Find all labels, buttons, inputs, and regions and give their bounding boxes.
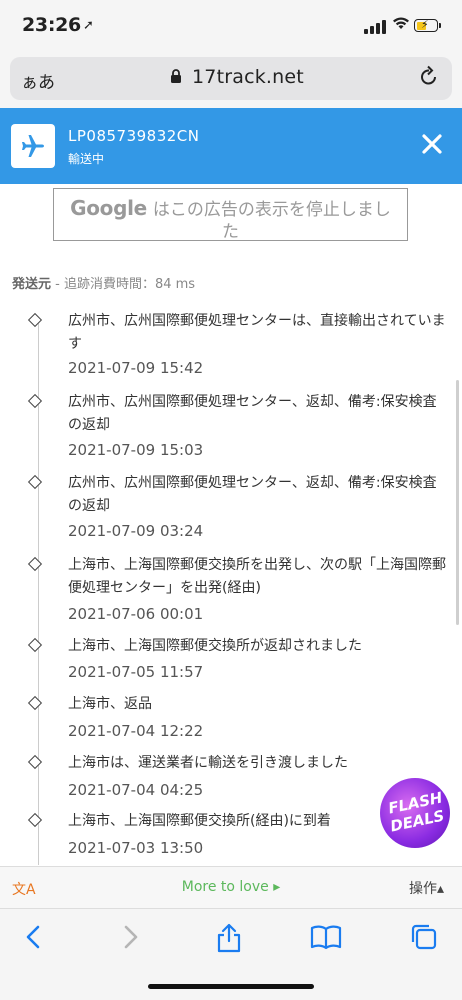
ad-removed-notice: Google はこの広告の表示を停止しまし た xyxy=(53,188,408,242)
address-bar[interactable]: ぁあ 17track.net xyxy=(10,57,452,100)
tabs-icon[interactable] xyxy=(410,923,438,951)
plane-icon-box xyxy=(11,124,55,168)
event-description: 上海市は、運送業者に輸送を引き渡しました xyxy=(68,755,348,771)
event-description: 上海市、上海国際郵便交換所を出発し、次の駅「上海国際郵便処理センター」を出発(経… xyxy=(68,557,446,596)
browser-toolbar: ぁあ 17track.net xyxy=(0,50,462,108)
timeline-marker xyxy=(27,637,43,653)
tracking-number: LP085739832CN xyxy=(68,127,200,145)
home-indicator[interactable] xyxy=(148,984,314,989)
ad-message-continued: た xyxy=(222,222,239,242)
page-bottom-bar: 文A More to love ▸ 操作▴ xyxy=(0,866,462,909)
cellular-signal-icon xyxy=(364,20,386,34)
event-date: 2021-07-05 11:57 xyxy=(68,663,204,681)
location-arrow-icon: ➚ xyxy=(83,18,94,33)
event-description: 上海市、返品 xyxy=(68,696,152,712)
share-icon[interactable] xyxy=(215,923,243,953)
origin-title: 発送元 xyxy=(12,277,52,292)
forward-icon[interactable] xyxy=(118,923,142,951)
close-icon[interactable] xyxy=(418,130,446,158)
event-date: 2021-07-09 03:24 xyxy=(68,522,204,540)
bookmarks-icon[interactable] xyxy=(310,923,342,951)
timeline-marker xyxy=(27,393,43,409)
timeline-marker xyxy=(27,556,43,572)
timeline-marker xyxy=(27,312,43,328)
tracking-status: 輸送中 xyxy=(68,152,105,166)
event-date: 2021-07-09 15:03 xyxy=(68,441,204,459)
event-description: 広州市、広州国際郵便処理センター、返却、備考:保安検査の返却 xyxy=(68,475,437,514)
text-size-button[interactable]: ぁあ xyxy=(21,68,55,93)
flash-deals-button[interactable]: FLASH DEALS xyxy=(380,778,450,848)
battery-icon: ⚡ xyxy=(414,18,441,32)
event-description: 広州市、広州国際郵便処理センターは、直接輸出されています xyxy=(68,313,446,352)
wifi-icon xyxy=(393,17,409,29)
more-to-love-link[interactable]: More to love ▸ xyxy=(0,879,462,895)
status-bar: 23:26 ➚ ⚡ xyxy=(0,0,462,50)
timeline-marker xyxy=(27,812,43,828)
origin-label: 発送元 - 追跡消費時間：84 ms xyxy=(12,273,195,292)
url-domain: 17track.net xyxy=(192,66,304,88)
reload-icon[interactable] xyxy=(419,65,439,87)
tracking-timing: - 追跡消費時間：84 ms xyxy=(51,277,196,292)
clock: 23:26 xyxy=(22,14,81,36)
event-description: 上海市、上海国際郵便交換所が返却されました xyxy=(68,638,362,654)
timeline-marker xyxy=(27,474,43,490)
airplane-icon xyxy=(22,135,44,157)
actions-menu-button[interactable]: 操作▴ xyxy=(409,878,444,898)
event-date: 2021-07-04 04:25 xyxy=(68,781,204,799)
back-icon[interactable] xyxy=(22,923,46,951)
event-date: 2021-07-09 15:42 xyxy=(68,359,204,377)
scrollbar[interactable] xyxy=(456,380,459,625)
timeline-marker xyxy=(27,695,43,711)
timeline-marker xyxy=(27,754,43,770)
event-date: 2021-07-03 13:50 xyxy=(68,839,204,857)
event-description: 広州市、広州国際郵便処理センター、返却、備考:保安検査の返却 xyxy=(68,394,437,433)
event-date: 2021-07-04 12:22 xyxy=(68,722,204,740)
tracking-header: LP085739832CN 輸送中 xyxy=(0,108,462,184)
lock-icon xyxy=(171,69,181,83)
event-date: 2021-07-06 00:01 xyxy=(68,605,204,623)
